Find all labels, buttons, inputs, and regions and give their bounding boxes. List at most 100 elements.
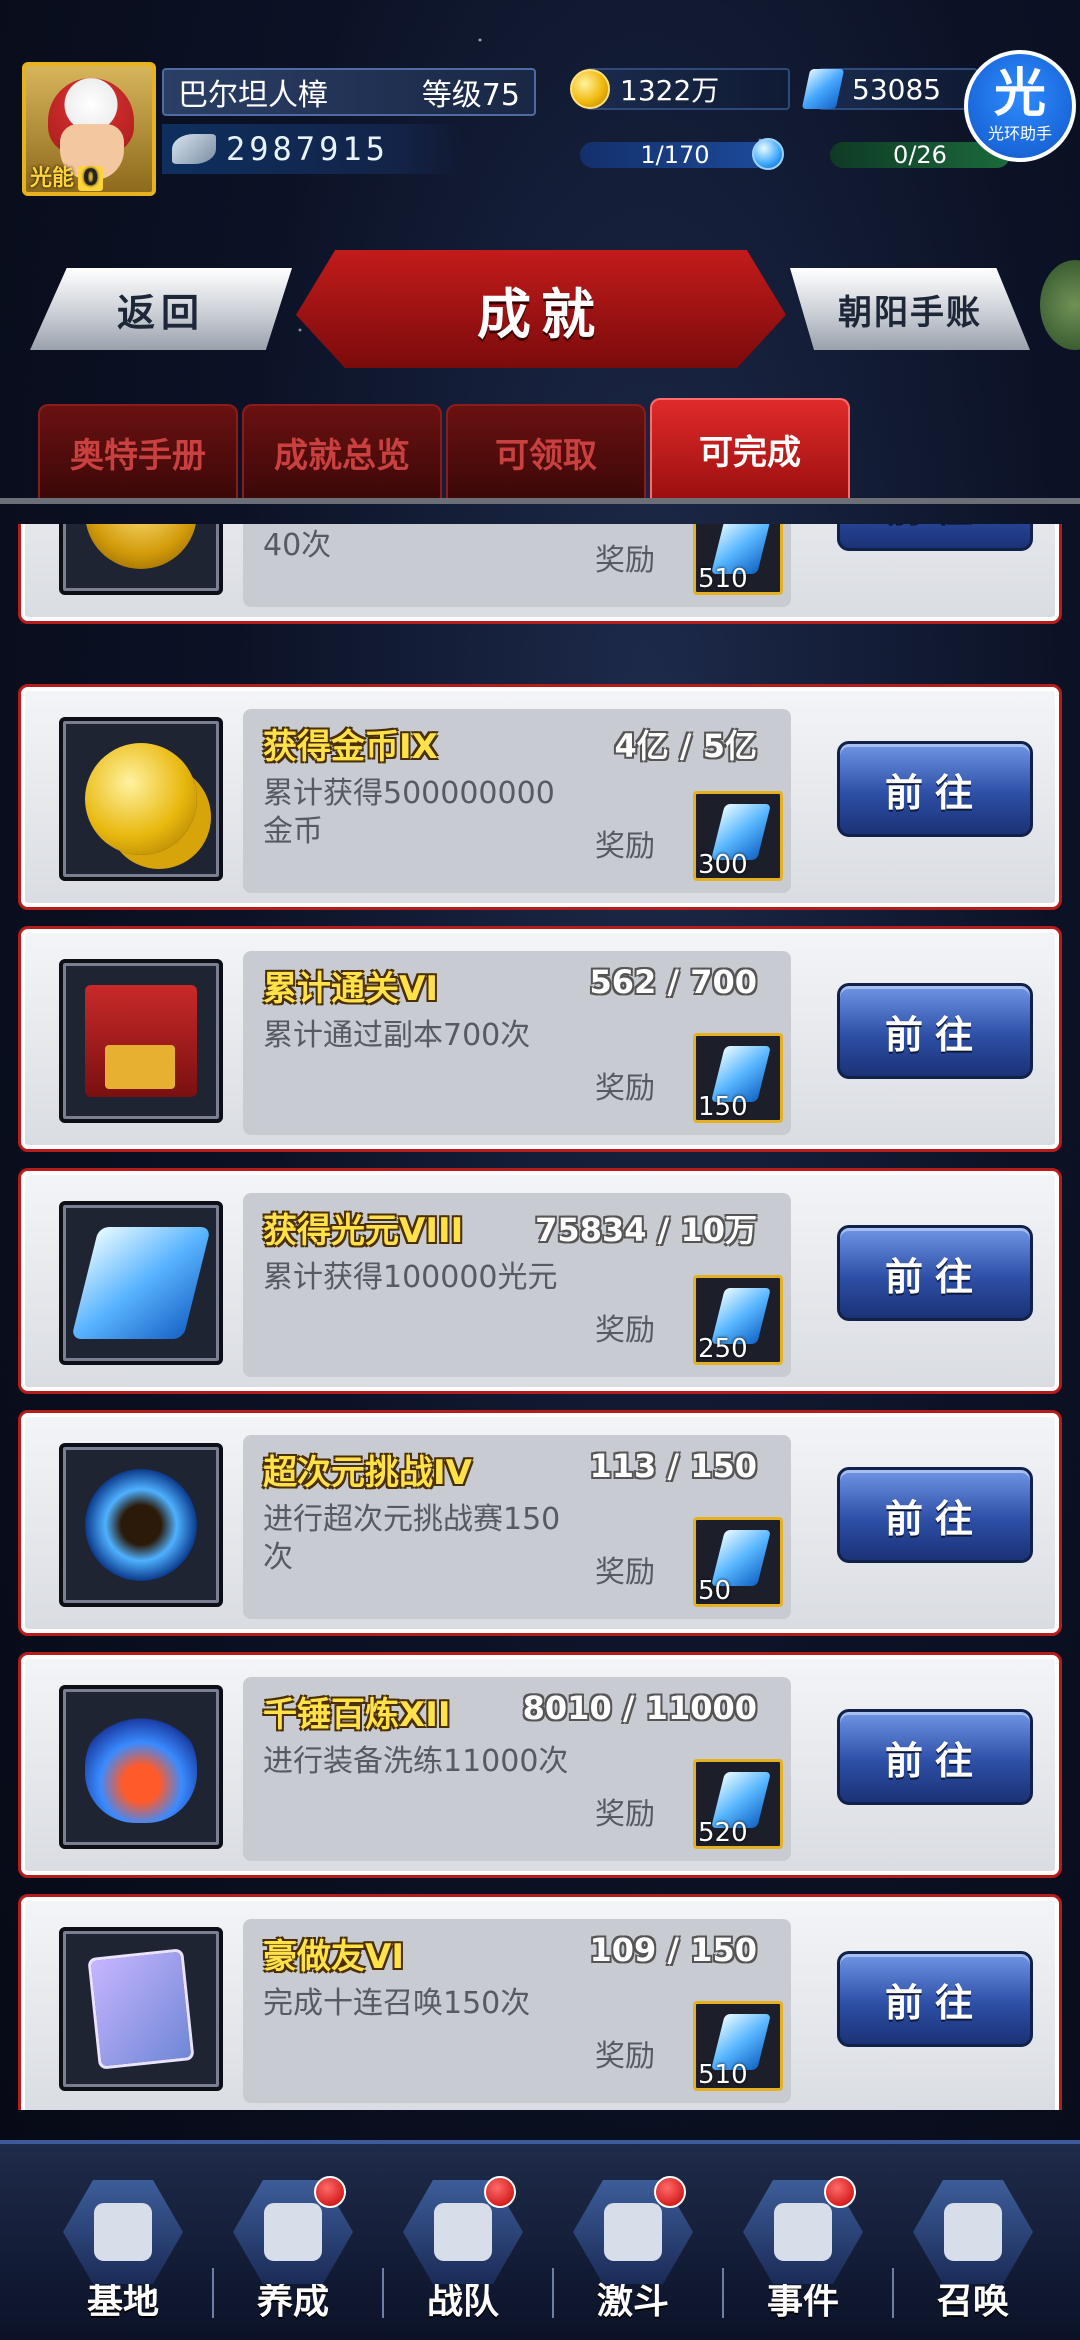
back-button[interactable]: 返回 [30, 268, 292, 350]
tab-ultra-handbook[interactable]: 奥特手册 [38, 404, 238, 498]
gold-value: 1322万 [620, 74, 720, 107]
achievement-title: 累计通关VI [263, 969, 438, 1009]
achievement-icon-frame [59, 524, 223, 595]
achievement-icon-frame [59, 1201, 223, 1365]
player-name-bar[interactable]: 巴尔坦人樟 等级75 [162, 68, 536, 116]
tab-achievement-overview[interactable]: 成就总览 [242, 404, 442, 498]
gold-coin-icon [570, 69, 610, 109]
achievement-progress: 4亿 / 5亿 [614, 727, 757, 765]
achievement-info: 获得金币IX 4亿 / 5亿 累计获得500000000金币 奖励 300 [243, 709, 791, 893]
achievement-desc: 获得稀有橙色品质角色40次 [263, 524, 563, 563]
reward-label: 奖励 [595, 829, 655, 864]
achievement-icon-frame [59, 717, 223, 881]
nav-cultivate[interactable]: 养成 [218, 2176, 368, 2330]
nav-summon[interactable]: 召唤 [898, 2180, 1048, 2330]
reward-label: 奖励 [595, 543, 655, 578]
list-item: 获得光元VIII 75834 / 10万 累计获得100000光元 奖励 250… [18, 1168, 1062, 1394]
achievement-desc: 进行装备洗练11000次 [263, 1744, 569, 1779]
wing-icon [172, 134, 216, 164]
list-item: 千锤百炼XII 8010 / 11000 进行装备洗练11000次 奖励 520… [18, 1652, 1062, 1878]
achievement-desc: 累计通过副本700次 [263, 1018, 531, 1053]
gem-value: 53085 [852, 72, 942, 106]
reward-item: 520 [693, 1759, 783, 1849]
notification-dot [654, 2176, 686, 2208]
list-item: 获得金币IX 4亿 / 5亿 累计获得500000000金币 奖励 300 前往 [18, 684, 1062, 910]
reward-label: 奖励 [595, 1555, 655, 1590]
summon-card-icon [87, 1948, 195, 2070]
tab-completable[interactable]: 可完成 [650, 398, 850, 498]
reward-item: 50 [693, 1517, 783, 1607]
medal-icon [85, 524, 197, 569]
achievement-desc: 累计获得100000光元 [263, 1260, 558, 1295]
go-button[interactable]: 前往 [837, 741, 1033, 837]
notification-dot [824, 2176, 856, 2208]
page-title-banner: 成就 [296, 250, 786, 368]
helper-icon: 光 [993, 64, 1046, 124]
nav-team[interactable]: 战队 [388, 2176, 538, 2330]
achievement-progress: 75834 / 10万 [535, 1211, 757, 1249]
reward-item: 300 [693, 791, 783, 881]
reward-label: 奖励 [595, 1071, 655, 1106]
go-button[interactable]: 前往 [837, 1951, 1033, 2047]
reward-qty: 510 [698, 564, 748, 594]
orb-icon [752, 138, 784, 170]
secondary-counter-value: 0/26 [893, 141, 947, 169]
flame-icon [85, 1711, 197, 1823]
go-button[interactable]: 前往 [837, 524, 1033, 551]
side-float-icon[interactable] [1040, 260, 1080, 350]
combat-power-bar: 2987915 [162, 124, 462, 174]
gem-display[interactable]: 53085 [801, 68, 978, 110]
reward-item: 510 [693, 524, 783, 595]
reward-item: 510 [693, 2001, 783, 2091]
go-button[interactable]: 前往 [837, 1709, 1033, 1805]
nav-battle[interactable]: 激斗 [558, 2176, 708, 2330]
nav-base[interactable]: 基地 [48, 2180, 198, 2330]
player-avatar[interactable]: 光能 0 [22, 62, 156, 196]
list-item: 超次元挑战IV 113 / 150 进行超次元挑战赛150次 奖励 50 前往 [18, 1410, 1062, 1636]
achievement-desc: 累计获得500000000金币 [263, 776, 555, 849]
notification-dot [484, 2176, 516, 2208]
jet-icon [774, 2203, 832, 2261]
reward-qty: 300 [698, 850, 748, 880]
achievement-info: 超次元挑战IV 113 / 150 进行超次元挑战赛150次 奖励 50 [243, 1435, 791, 1619]
nav-separator [892, 2268, 894, 2318]
reward-label: 奖励 [595, 1797, 655, 1832]
achievement-list[interactable]: 获得稀有橙色品质角色40次 奖励 510 前往 获得金币IX 4亿 / 5亿 累… [0, 524, 1080, 2110]
achievement-progress: 562 / 700 [589, 963, 757, 1001]
achievement-info: 获得光元VIII 75834 / 10万 累计获得100000光元 奖励 250 [243, 1193, 791, 1377]
go-button[interactable]: 前往 [837, 1225, 1033, 1321]
reward-qty: 510 [698, 2060, 748, 2090]
trophy-icon [264, 2203, 322, 2261]
team-cards-icon [434, 2203, 492, 2261]
nav-events[interactable]: 事件 [728, 2176, 878, 2330]
go-button[interactable]: 前往 [837, 1467, 1033, 1563]
tab-bar: 奥特手册 成就总览 可领取 可完成 [38, 398, 850, 498]
achievement-progress: 113 / 150 [589, 1447, 757, 1485]
base-icon [94, 2203, 152, 2261]
stamina-bar[interactable]: 1/170 [580, 138, 784, 170]
energy-value: 0 [78, 166, 104, 191]
nav-separator [382, 2268, 384, 2318]
reward-qty: 250 [698, 1334, 748, 1364]
gold-display[interactable]: 1322万 [570, 68, 790, 110]
portal-icon [85, 1469, 197, 1581]
gem-icon [801, 69, 845, 109]
helper-badge[interactable]: 光 光环助手 [964, 50, 1076, 162]
player-level: 等级75 [421, 78, 520, 113]
achievement-desc: 进行超次元挑战赛150次 [263, 1502, 561, 1575]
nav-separator [552, 2268, 554, 2318]
tab-claimable[interactable]: 可领取 [446, 404, 646, 498]
reward-qty: 50 [698, 1576, 732, 1606]
go-button[interactable]: 前往 [837, 983, 1033, 1079]
list-item: 累计通关VI 562 / 700 累计通过副本700次 奖励 150 前往 [18, 926, 1062, 1152]
crystal-icon [71, 1227, 211, 1339]
achievement-info: 豪做友VI 109 / 150 完成十连召唤150次 奖励 510 [243, 1919, 791, 2103]
list-item: 豪做友VI 109 / 150 完成十连召唤150次 奖励 510 前往 [18, 1894, 1062, 2110]
achievement-title: 千锤百炼XII [263, 1695, 451, 1735]
achievement-title: 超次元挑战IV [263, 1453, 472, 1493]
achievement-info: 累计通关VI 562 / 700 累计通过副本700次 奖励 150 [243, 951, 791, 1135]
player-name: 巴尔坦人樟 [178, 78, 328, 113]
ledger-button[interactable]: 朝阳手账 [790, 268, 1030, 350]
reward-qty: 520 [698, 1818, 748, 1848]
achievement-info: 千锤百炼XII 8010 / 11000 进行装备洗练11000次 奖励 520 [243, 1677, 791, 1861]
